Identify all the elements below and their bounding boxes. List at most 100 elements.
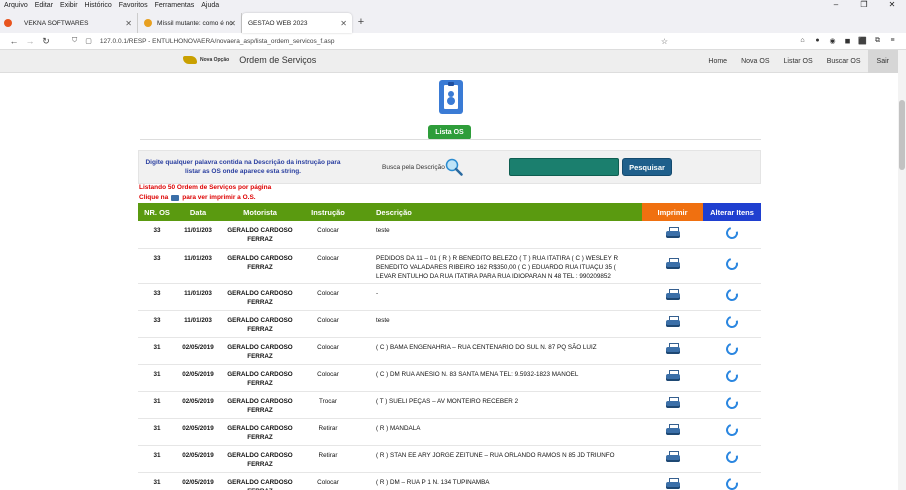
os-date: 02/05/2019 <box>176 391 220 419</box>
bookmark-star-icon[interactable]: ☆ <box>661 37 668 46</box>
search-hint: Digite qualquer palavra contida na Descr… <box>145 159 341 175</box>
close-tab-icon[interactable]: ✕ <box>340 19 347 28</box>
os-driver: GERALDO CARDOSO FERRAZ <box>220 310 300 338</box>
tab-gestao[interactable]: GESTAO WEB 2023 ✕ <box>242 13 352 33</box>
menu-editar[interactable]: Editar <box>35 2 53 9</box>
refresh-icon[interactable] <box>723 475 741 490</box>
listing-notice: Listando 50 Ordem de Serviços por página <box>139 184 272 191</box>
home-icon[interactable]: ⌂ <box>795 37 810 45</box>
pesquisar-button[interactable]: Pesquisar <box>622 158 672 176</box>
menu-favoritos[interactable]: Favoritos <box>119 2 148 9</box>
alter-cell <box>703 418 761 446</box>
minimize-icon[interactable]: – <box>822 0 850 11</box>
refresh-icon[interactable] <box>723 313 741 331</box>
printer-icon[interactable] <box>665 397 680 409</box>
brand-name: Nova Opção <box>200 57 230 63</box>
refresh-icon[interactable] <box>723 224 741 241</box>
refresh-icon[interactable] <box>723 448 741 466</box>
refresh-icon[interactable] <box>723 340 741 358</box>
main-nav: Home Nova OS Listar OS Buscar OS Sair <box>701 50 898 73</box>
printer-icon <box>171 194 180 201</box>
menu-ferramentas[interactable]: Ferramentas <box>155 2 195 9</box>
os-date: 11/01/203 <box>176 221 220 249</box>
nav-buscar-os[interactable]: Buscar OS <box>820 50 868 73</box>
magnifier-icon[interactable] <box>445 158 463 176</box>
page-scrollbar[interactable] <box>898 50 906 490</box>
os-instruction: Colocar <box>300 364 356 392</box>
printer-icon[interactable] <box>665 343 680 355</box>
search-input[interactable] <box>509 158 619 176</box>
os-description: ( T ) SUELI PEÇAS – AV MONTEIRO RECEBER … <box>356 391 642 419</box>
table-row: 33 11/01/203 GERALDO CARDOSO FERRAZ Colocar… <box>138 248 761 284</box>
lista-os-button[interactable]: Lista OS <box>428 125 471 140</box>
new-tab-icon[interactable]: + <box>352 16 370 28</box>
nav-nova-os[interactable]: Nova OS <box>734 50 776 73</box>
refresh-icon[interactable] <box>723 421 741 439</box>
tab-missil[interactable]: Míssil mutante: como é nova ar... ✕ <box>138 13 242 33</box>
nav-home[interactable]: Home <box>701 50 734 73</box>
menu-hamburger-icon[interactable]: ≡ <box>885 37 900 45</box>
nav-sair[interactable]: Sair <box>867 50 898 73</box>
restore-icon[interactable]: ❐ <box>850 0 878 11</box>
printer-icon[interactable] <box>665 316 680 328</box>
os-driver: GERALDO CARDOSO FERRAZ <box>220 445 300 473</box>
menu-exibir[interactable]: Exibir <box>60 2 78 9</box>
printer-icon[interactable] <box>665 258 680 270</box>
close-window-icon[interactable]: ✕ <box>878 0 906 11</box>
alter-cell <box>703 472 761 490</box>
back-icon[interactable]: ← <box>6 36 22 46</box>
window-controls: – ❐ ✕ <box>822 0 906 11</box>
extensions-puzzle-icon[interactable]: ⧉ <box>870 37 885 45</box>
extension-icon[interactable]: ⬛ <box>855 37 870 45</box>
os-date: 02/05/2019 <box>176 418 220 446</box>
nav-listar-os[interactable]: Listar OS <box>777 50 820 73</box>
url-text: 127.0.0.1/RESP - ENTULHONOVAERA/novaera_… <box>99 37 335 45</box>
os-number: 31 <box>138 418 176 446</box>
extension-icon[interactable]: ◼ <box>840 37 855 45</box>
menu-ajuda[interactable]: Ajuda <box>201 2 219 9</box>
printer-icon[interactable] <box>665 289 680 301</box>
firefox-icon[interactable] <box>4 13 18 33</box>
close-tab-icon[interactable]: ✕ <box>125 19 132 28</box>
forward-icon[interactable]: → <box>22 36 38 46</box>
tab-vekna[interactable]: VEKNA SOFTWARES ✕ <box>18 13 138 33</box>
os-description: ( R ) STAN EE ARY JORGE ZEITUNE – RUA OR… <box>356 445 642 473</box>
toolbar-extensions: ⌂ ● ◉ ◼ ⬛ ⧉ ≡ <box>795 37 900 45</box>
menu-historico[interactable]: Histórico <box>85 2 112 9</box>
printer-icon[interactable] <box>665 451 680 463</box>
search-panel: Digite qualquer palavra contida na Descr… <box>138 150 761 184</box>
table-row: 3102/05/2019GERALDO CARDOSO FERRAZColoca… <box>138 472 761 490</box>
close-tab-icon[interactable]: ✕ <box>229 19 236 28</box>
os-date: 02/05/2019 <box>176 337 220 365</box>
page-info-icon[interactable]: ▢ <box>85 37 92 45</box>
print-cell <box>642 391 703 419</box>
brand[interactable]: Nova Opção Ordem de Serviços <box>183 55 316 65</box>
printer-icon[interactable] <box>665 370 680 382</box>
printer-icon[interactable] <box>665 226 680 239</box>
shield-icon[interactable]: ⛉ <box>72 37 77 45</box>
os-date: 11/01/203 <box>176 283 220 311</box>
print-cell <box>642 445 703 473</box>
col-data: Data <box>176 203 220 221</box>
os-date: 11/01/203 <box>176 248 220 284</box>
refresh-icon[interactable] <box>723 394 741 412</box>
alter-cell <box>703 248 761 284</box>
extension-icon[interactable]: ◉ <box>825 37 840 45</box>
printer-icon[interactable] <box>665 424 680 436</box>
print-cell <box>642 221 703 249</box>
os-driver: GERALDO CARDOSO FERRAZ <box>220 283 300 311</box>
refresh-icon[interactable] <box>723 255 741 273</box>
refresh-icon[interactable] <box>723 367 741 385</box>
clipboard-badge-icon <box>439 80 463 114</box>
extension-icon[interactable]: ● <box>810 37 825 45</box>
printer-icon[interactable] <box>665 478 680 490</box>
scrollbar-thumb[interactable] <box>899 100 905 170</box>
reload-icon[interactable]: ↻ <box>38 36 54 47</box>
menu-arquivo[interactable]: Arquivo <box>4 2 28 9</box>
refresh-icon[interactable] <box>723 286 741 304</box>
os-number: 33 <box>138 310 176 338</box>
print-cell <box>642 337 703 365</box>
col-nr-os: NR. OS <box>138 203 176 221</box>
address-bar[interactable]: ⛉ ▢ 127.0.0.1/RESP - ENTULHONOVAERA/nova… <box>68 35 672 48</box>
table-row: 3102/05/2019GERALDO CARDOSO FERRAZColoca… <box>138 364 761 392</box>
